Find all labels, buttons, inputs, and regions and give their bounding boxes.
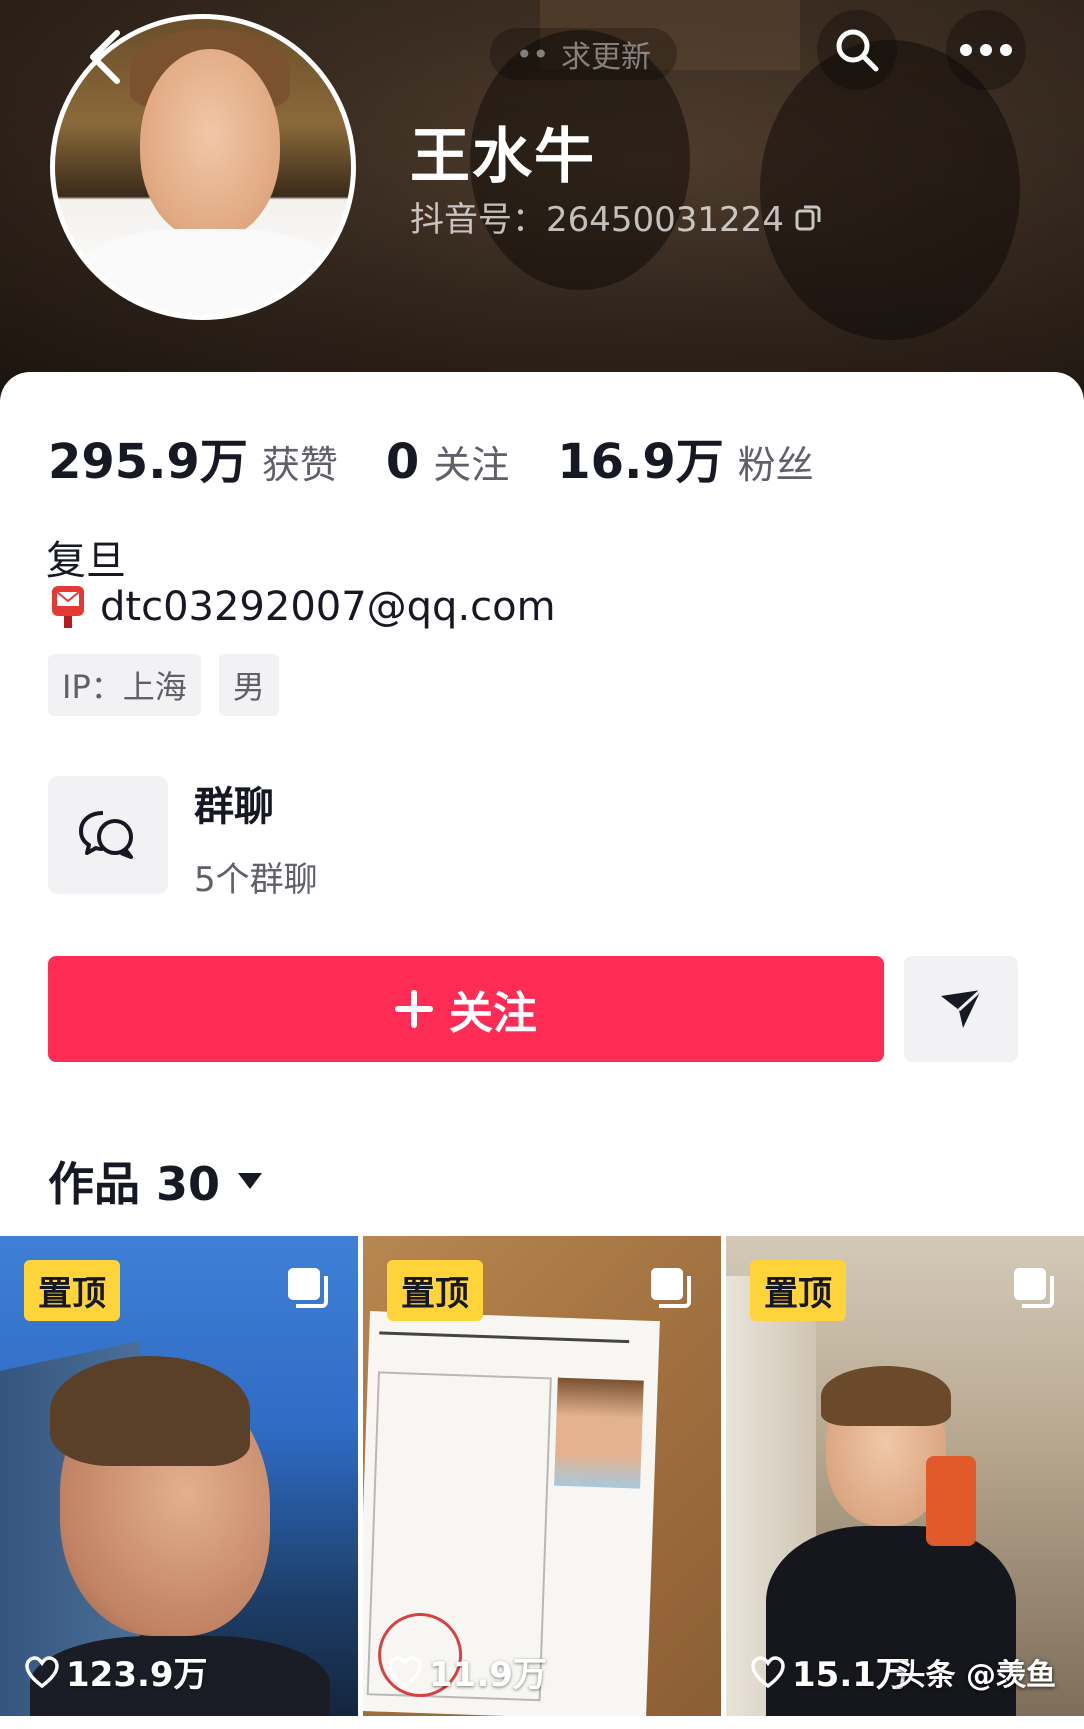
like-count: 11.9万: [387, 1647, 547, 1696]
back-button[interactable]: [70, 22, 140, 92]
avatar-face: [140, 49, 280, 239]
likes-count: 295.9万: [48, 434, 248, 490]
message-button[interactable]: [904, 956, 1018, 1062]
follow-button[interactable]: 关注: [48, 956, 884, 1062]
followers-count[interactable]: 16.9万: [557, 422, 723, 492]
stats-row: 295.9万 获赞 0 关注 16.9万 粉丝: [48, 422, 862, 492]
profile-tags: IP：上海 男: [48, 654, 279, 716]
phone-shape: [926, 1456, 976, 1546]
multi-image-icon: [1014, 1268, 1054, 1308]
works-grid: 置顶 123.9万 置顶 11.9万 置顶 15.1万 头条 @羡鱼: [0, 1236, 1084, 1716]
video-thumbnail[interactable]: 置顶 11.9万: [363, 1236, 721, 1716]
douyin-id-text: 抖音号：26450031224: [410, 200, 784, 240]
send-icon: [941, 988, 983, 1028]
document-line: [379, 1331, 630, 1344]
username: 王水牛: [410, 122, 596, 192]
email-row: dtc03292007@qq.com: [50, 584, 556, 630]
like-count: 123.9万: [24, 1647, 208, 1696]
video-thumbnail[interactable]: 置顶 123.9万: [0, 1236, 358, 1716]
bio-text: 复旦: [46, 538, 126, 584]
heart-icon: [751, 1655, 785, 1688]
hair-shape: [50, 1356, 250, 1466]
postbox-icon: [52, 586, 84, 628]
like-count-text: 15.1万: [792, 1655, 910, 1695]
more-button[interactable]: [946, 10, 1026, 90]
ip-location-tag: IP：上海: [48, 654, 201, 716]
pinned-badge: 置顶: [24, 1260, 120, 1321]
group-chat-count: 5个群聊: [194, 860, 318, 900]
like-count: 15.1万: [750, 1647, 910, 1696]
search-button[interactable]: [817, 10, 897, 90]
chat-bubbles-icon: [79, 811, 133, 859]
following-count[interactable]: 0: [386, 434, 419, 490]
hair-shape: [821, 1366, 951, 1426]
more-icon: [960, 44, 1012, 56]
following-label[interactable]: 关注: [433, 434, 509, 489]
request-update-label: 求更新: [561, 40, 652, 75]
id-photo: [554, 1377, 644, 1489]
copy-icon[interactable]: [794, 202, 824, 232]
dots-icon: ••: [516, 37, 550, 71]
pinned-badge: 置顶: [387, 1260, 483, 1321]
works-label: 作品 30: [48, 1157, 221, 1211]
multi-image-icon: [288, 1268, 328, 1308]
email-text: dtc03292007@qq.com: [100, 584, 556, 630]
douyin-id: 抖音号：26450031224: [410, 192, 824, 241]
chevron-left-icon: [90, 30, 120, 84]
search-icon: [836, 29, 879, 72]
heart-icon: [25, 1655, 59, 1688]
request-update-button[interactable]: •• 求更新: [490, 28, 678, 80]
group-chat-icon-box[interactable]: [48, 776, 168, 894]
multi-image-icon: [651, 1268, 691, 1308]
like-count-text: 11.9万: [429, 1655, 547, 1695]
gender-tag: 男: [218, 654, 279, 716]
caret-down-icon: [238, 1173, 263, 1189]
avatar-shirt: [75, 229, 341, 315]
like-count-text: 123.9万: [66, 1655, 208, 1695]
watermark: 头条 @羡鱼: [895, 1658, 1056, 1693]
follow-label: 关注: [449, 988, 537, 1039]
works-tab[interactable]: 作品 30: [48, 1148, 264, 1214]
followers-label[interactable]: 粉丝: [738, 434, 814, 489]
heart-icon: [388, 1655, 422, 1688]
group-chat-title[interactable]: 群聊: [194, 774, 274, 832]
video-thumbnail[interactable]: 置顶 15.1万 头条 @羡鱼: [726, 1236, 1084, 1716]
pinned-badge: 置顶: [750, 1260, 846, 1321]
likes-label: 获赞: [261, 443, 338, 487]
plus-icon: [395, 990, 433, 1028]
